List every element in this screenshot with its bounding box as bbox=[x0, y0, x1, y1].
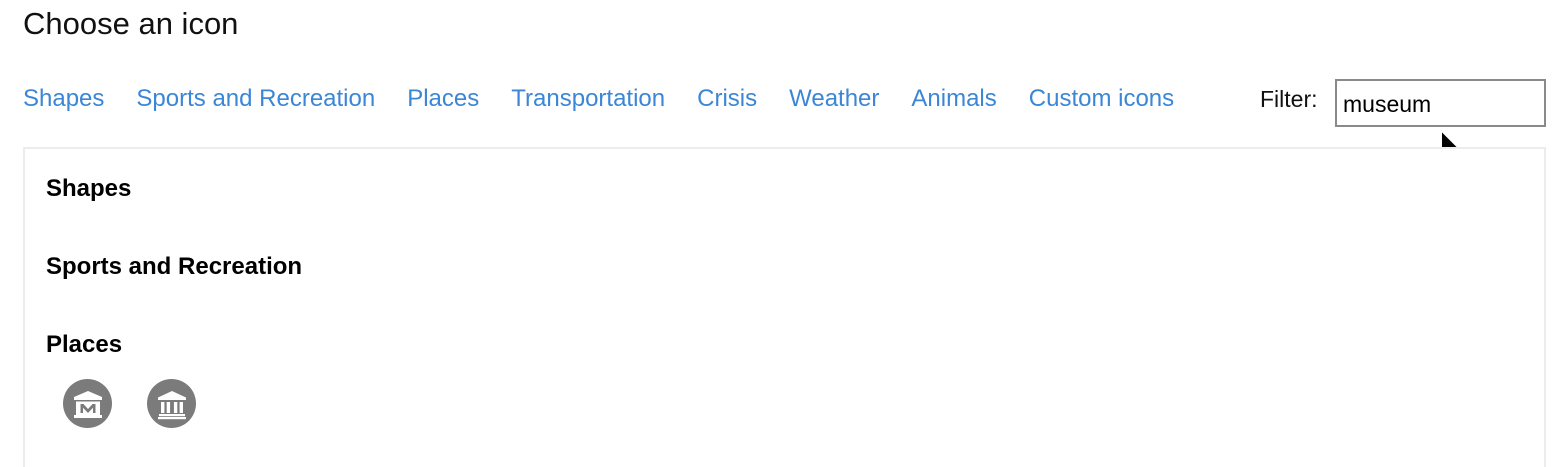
category-tabs: Shapes Sports and Recreation Places Tran… bbox=[23, 82, 1174, 116]
tab-custom-icons[interactable]: Custom icons bbox=[1029, 82, 1174, 116]
places-icon-grid bbox=[63, 379, 196, 428]
tab-transportation[interactable]: Transportation bbox=[511, 82, 665, 116]
tab-weather[interactable]: Weather bbox=[789, 82, 879, 116]
section-heading-sports-and-recreation: Sports and Recreation bbox=[46, 253, 303, 280]
filter-label: Filter: bbox=[1260, 86, 1318, 112]
tab-places[interactable]: Places bbox=[407, 82, 479, 116]
museum-m-icon[interactable] bbox=[63, 379, 112, 428]
section-heading-shapes: Shapes bbox=[46, 175, 132, 202]
museum-columns-icon[interactable] bbox=[147, 379, 196, 428]
tab-sports-and-recreation[interactable]: Sports and Recreation bbox=[136, 82, 375, 116]
tab-shapes[interactable]: Shapes bbox=[23, 82, 104, 116]
tab-crisis[interactable]: Crisis bbox=[697, 82, 757, 116]
dialog-title: Choose an icon bbox=[23, 6, 239, 41]
icon-results-panel: Shapes Sports and Recreation Places bbox=[23, 147, 1546, 467]
filter-input[interactable] bbox=[1335, 79, 1546, 127]
tab-animals[interactable]: Animals bbox=[911, 82, 996, 116]
section-heading-places: Places bbox=[46, 331, 123, 358]
